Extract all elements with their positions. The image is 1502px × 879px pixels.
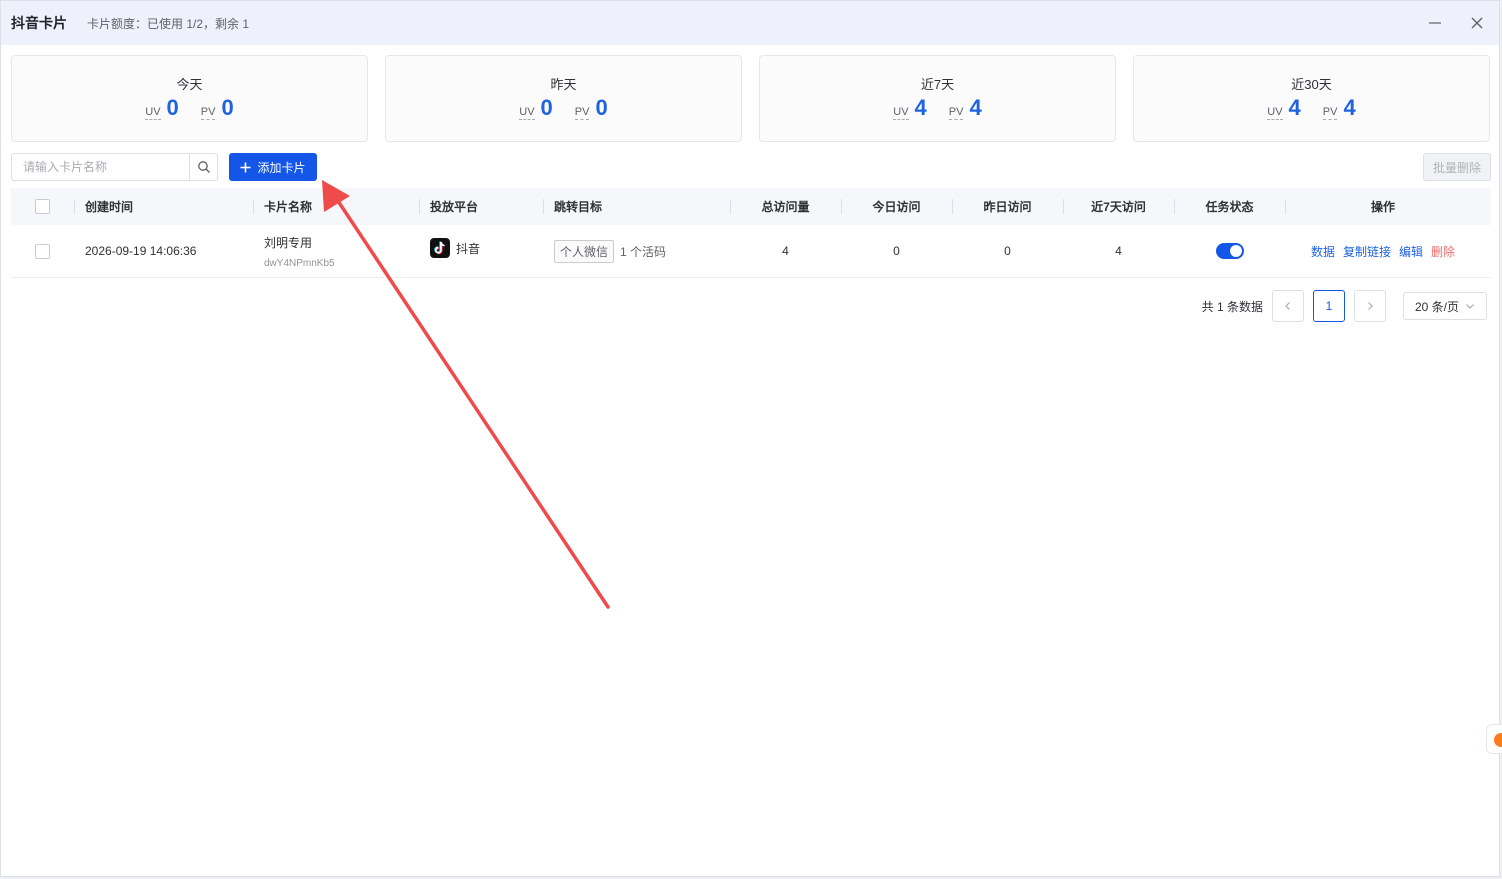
minimize-button[interactable] [1421, 9, 1449, 37]
uv-label: UV [1267, 106, 1283, 120]
header-name: 卡片名称 [253, 188, 419, 225]
stats-row: 今天 UV 0 PV 0 昨天 UV 0 PV 0 近7天 UV 4 PV 4 近30天 U… [11, 55, 1490, 142]
pv-label: PV [574, 106, 590, 120]
header-status: 任务状态 [1174, 188, 1285, 225]
data-link[interactable]: 数据 [1311, 243, 1335, 260]
close-icon [1471, 17, 1483, 29]
window-title: 抖音卡片 [11, 15, 67, 31]
page-size-select[interactable]: 20 条/页 [1403, 292, 1487, 320]
header-total: 总访问量 [730, 188, 841, 225]
uv-value: 4 [1288, 95, 1301, 120]
douyin-card-window: 抖音卡片 卡片额度：已使用 1/2，剩余 1 今天 UV 0 PV 0 昨天 UV 0… [0, 0, 1500, 877]
header-target: 跳转目标 [543, 188, 730, 225]
toolbar: 添加卡片 批量删除 [11, 153, 1491, 182]
target-tag: 个人微信 [554, 239, 615, 263]
total-count: 共 1 条数据 [1201, 299, 1263, 314]
stat-card-today: 今天 UV 0 PV 0 [11, 55, 368, 142]
close-button[interactable] [1463, 9, 1491, 37]
add-card-label: 添加卡片 [257, 160, 306, 175]
chevron-right-icon [1368, 302, 1373, 310]
row-target: 个人微信 1 个活码 [543, 225, 730, 277]
search-button[interactable] [189, 154, 217, 180]
pv-value: 4 [1343, 95, 1356, 120]
cards-table: 创建时间 卡片名称 投放平台 跳转目标 总访问量 今日访问 昨日访问 近7天访问… [11, 188, 1491, 278]
row-platform: 抖音 [419, 225, 543, 277]
uv-value: 0 [166, 95, 179, 120]
pv-value: 4 [969, 95, 982, 120]
row-status [1174, 225, 1285, 277]
side-float-widget[interactable] [1486, 724, 1502, 754]
pv-value: 0 [221, 95, 234, 120]
search-box [11, 153, 218, 181]
table-row: 2026-09-19 14:06:36 刘明专用 dwY4NPmnKb5 抖音 [11, 225, 1491, 278]
search-input[interactable] [12, 154, 190, 180]
row-name-cell: 刘明专用 dwY4NPmnKb5 [253, 225, 419, 277]
header-today: 今日访问 [841, 188, 952, 225]
plus-icon [240, 162, 251, 172]
search-icon [197, 161, 210, 173]
header-time: 创建时间 [74, 188, 253, 225]
row-yesterday: 0 [1004, 244, 1011, 258]
page-1-button[interactable]: 1 [1313, 290, 1345, 322]
stat-card-yesterday: 昨天 UV 0 PV 0 [385, 55, 742, 142]
table-header: 创建时间 卡片名称 投放平台 跳转目标 总访问量 今日访问 昨日访问 近7天访问… [11, 188, 1491, 225]
add-card-button[interactable]: 添加卡片 [229, 153, 317, 181]
row-week: 4 [1115, 244, 1122, 258]
quota-text: 卡片额度：已使用 1/2，剩余 1 [87, 16, 250, 31]
prev-page-button[interactable] [1272, 290, 1304, 322]
copy-link[interactable]: 复制链接 [1343, 243, 1391, 260]
row-today: 0 [893, 244, 900, 258]
stat-title: 昨天 [550, 77, 577, 92]
row-total: 4 [782, 244, 789, 258]
platform-name: 抖音 [456, 241, 481, 256]
uv-label: UV [145, 106, 161, 120]
stat-card-30days: 近30天 UV 4 PV 4 [1133, 55, 1490, 142]
row-ops: 数据 复制链接 编辑 删除 [1285, 225, 1481, 277]
stat-title: 今天 [176, 77, 203, 92]
page-size-value: 20 条/页 [1414, 299, 1460, 314]
header-week: 近7天访问 [1063, 188, 1174, 225]
uv-label: UV [519, 106, 535, 120]
stat-title: 近30天 [1291, 77, 1332, 92]
pv-value: 0 [595, 95, 608, 120]
chevron-down-icon [1466, 304, 1474, 309]
header-yesterday: 昨日访问 [952, 188, 1063, 225]
stat-card-7days: 近7天 UV 4 PV 4 [759, 55, 1116, 142]
pv-label: PV [200, 106, 216, 120]
row-time: 2026-09-19 14:06:36 [85, 244, 197, 258]
chevron-left-icon [1285, 302, 1290, 310]
stat-title: 近7天 [920, 77, 955, 92]
minimize-icon [1429, 22, 1441, 24]
header-ops: 操作 [1285, 188, 1481, 225]
edit-link[interactable]: 编辑 [1399, 243, 1423, 260]
pv-label: PV [948, 106, 964, 120]
pv-label: PV [1322, 106, 1338, 120]
uv-value: 0 [540, 95, 553, 120]
next-page-button[interactable] [1354, 290, 1386, 322]
uv-label: UV [893, 106, 909, 120]
card-name: 刘明专用 [264, 235, 313, 250]
row-checkbox[interactable] [35, 243, 50, 259]
header-platform: 投放平台 [419, 188, 543, 225]
select-all-checkbox[interactable] [35, 199, 50, 214]
target-count: 1 个活码 [620, 244, 667, 259]
delete-link[interactable]: 删除 [1431, 243, 1455, 260]
card-code: dwY4NPmnKb5 [264, 257, 335, 269]
uv-value: 4 [914, 95, 927, 120]
title-bar: 抖音卡片 卡片额度：已使用 1/2，剩余 1 [1, 1, 1499, 45]
status-toggle[interactable] [1215, 243, 1244, 259]
batch-delete-button[interactable]: 批量删除 [1423, 153, 1491, 181]
pagination: 共 1 条数据 1 20 条/页 [1202, 290, 1487, 322]
douyin-icon [430, 238, 450, 258]
